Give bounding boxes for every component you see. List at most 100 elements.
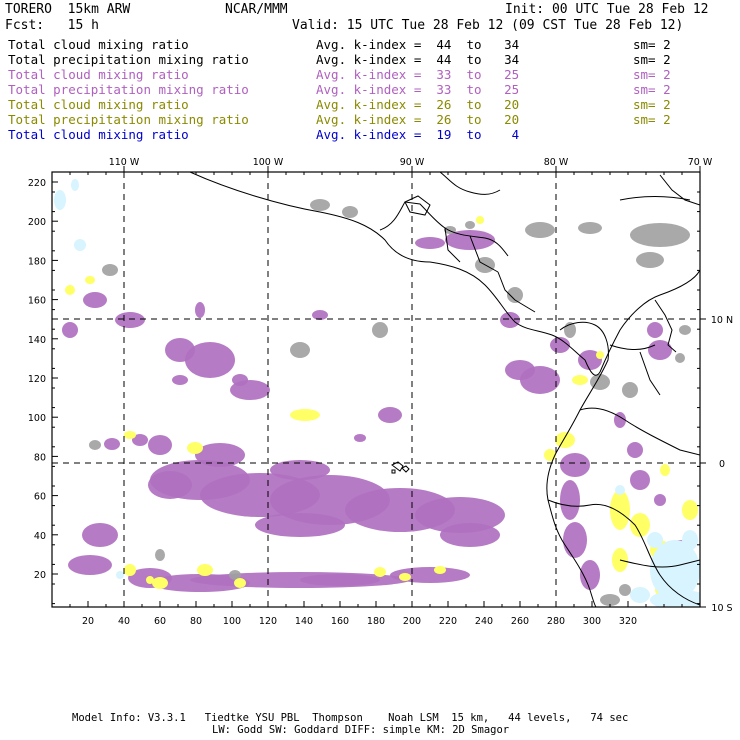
longitude-label: 70 W	[688, 157, 713, 168]
field-blob	[197, 564, 213, 576]
field-blob	[627, 442, 643, 458]
y-tick-label: 60	[34, 492, 46, 503]
field-blob	[630, 223, 690, 247]
x-tick-label: 240	[475, 616, 493, 627]
latitude-label: 10 N	[711, 315, 733, 326]
y-tick-label: 20	[34, 570, 46, 581]
field-blob	[654, 494, 666, 506]
field-blob	[342, 206, 358, 218]
field-blob	[622, 382, 638, 398]
field-blob	[234, 578, 246, 588]
field-blob	[647, 322, 663, 338]
field-blob	[619, 584, 631, 596]
field-blob	[54, 190, 66, 210]
longitude-label: 100 W	[253, 157, 284, 168]
y-tick-label: 180	[28, 256, 46, 267]
field-blob	[555, 432, 575, 448]
field-blob	[560, 480, 580, 520]
longitude-label: 80 W	[544, 157, 569, 168]
y-tick-label: 80	[34, 452, 46, 463]
field-blob	[187, 442, 203, 454]
field-blob	[682, 500, 698, 520]
field-blob	[124, 564, 136, 576]
field-blob	[563, 522, 587, 558]
y-tick-label: 40	[34, 531, 46, 542]
x-tick-label: 80	[190, 616, 202, 627]
y-tick-label: 160	[28, 296, 46, 307]
field-blob	[172, 375, 188, 385]
field-blob	[232, 374, 248, 386]
x-tick-label: 260	[511, 616, 529, 627]
field-blob	[116, 571, 124, 579]
x-tick-label: 140	[295, 616, 313, 627]
field-blob	[660, 464, 670, 476]
x-tick-label: 180	[367, 616, 385, 627]
field-blob	[104, 438, 120, 450]
x-tick-label: 320	[619, 616, 637, 627]
physics-info-line: LW: Godd SW: Goddard DIFF: simple KM: 2D…	[212, 724, 510, 736]
y-tick-label: 140	[28, 335, 46, 346]
field-blob	[465, 221, 475, 229]
field-overlay	[54, 179, 700, 607]
field-blob	[500, 312, 520, 328]
field-blob	[572, 375, 588, 385]
field-blob	[300, 574, 380, 586]
field-blob	[71, 179, 79, 191]
field-blob	[610, 490, 630, 530]
field-blob	[146, 576, 154, 584]
x-tick-label: 100	[223, 616, 241, 627]
y-tick-label: 200	[28, 217, 46, 228]
field-blob	[596, 351, 604, 359]
field-blob	[148, 471, 192, 499]
field-blob	[152, 577, 168, 589]
field-blob	[310, 199, 330, 211]
longitude-label: 110 W	[109, 157, 140, 168]
field-blob	[378, 407, 402, 423]
x-tick-label: 60	[154, 616, 166, 627]
field-blob	[115, 312, 145, 328]
field-blob	[679, 325, 691, 335]
field-blob	[74, 239, 86, 251]
field-blob	[399, 573, 411, 581]
field-blob	[68, 555, 112, 575]
field-blob	[89, 440, 101, 450]
field-blob	[636, 252, 664, 268]
field-blob	[102, 264, 118, 276]
field-blob	[615, 485, 625, 495]
field-blob	[544, 449, 556, 461]
field-blob	[290, 409, 320, 421]
x-tick-label: 160	[331, 616, 349, 627]
latitude-label: 10 S	[711, 603, 732, 614]
field-blob	[415, 237, 445, 249]
longitude-label: 90 W	[400, 157, 425, 168]
x-tick-label: 20	[82, 616, 94, 627]
x-tick-label: 120	[259, 616, 277, 627]
field-blob	[148, 435, 172, 455]
field-blob	[65, 285, 75, 295]
x-tick-label: 40	[118, 616, 130, 627]
field-blob	[525, 222, 555, 238]
model-info-line: Model Info: V3.3.1 Tiedtke YSU PBL Thomp…	[72, 712, 629, 724]
field-blob	[124, 431, 136, 439]
field-blob	[440, 523, 500, 547]
field-blob	[476, 216, 484, 224]
field-blob	[505, 360, 535, 380]
x-tick-label: 280	[547, 616, 565, 627]
field-blob	[195, 302, 205, 318]
field-blob	[374, 567, 386, 577]
field-blob	[85, 276, 95, 284]
field-blob	[647, 532, 663, 548]
y-tick-label: 120	[28, 374, 46, 385]
field-blob	[434, 566, 446, 574]
field-blob	[354, 434, 366, 442]
field-blob	[62, 322, 78, 338]
field-blob	[372, 322, 388, 338]
field-blob	[578, 222, 602, 234]
field-blob	[165, 338, 195, 362]
field-blob	[83, 292, 107, 308]
x-tick-label: 220	[439, 616, 457, 627]
field-blob	[630, 470, 650, 490]
x-tick-label: 200	[403, 616, 421, 627]
map-figure: 20 40 60 80 100 120 140 160 180 200 220 240 260 280 30…	[28, 157, 733, 627]
field-blob	[290, 342, 310, 358]
